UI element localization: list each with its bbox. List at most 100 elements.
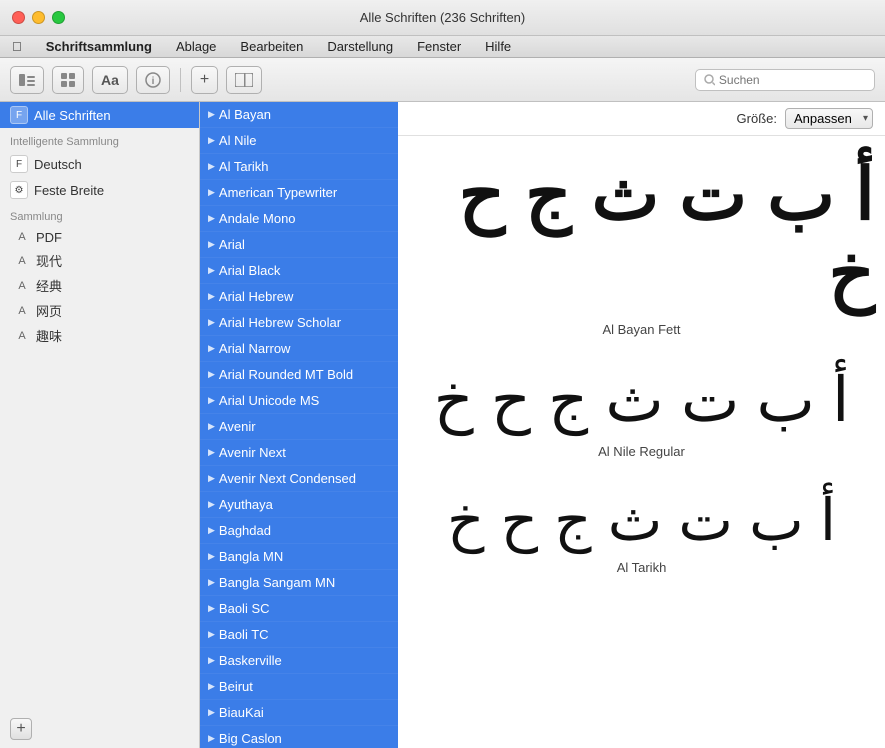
sidebar-item-fun[interactable]: A 趣味 (0, 323, 199, 348)
modern-label: 现代 (36, 251, 62, 270)
sidebar-item-web[interactable]: A 网页 (0, 298, 199, 323)
preview-block-al-nile-regular: أ ب ت ث ج ح خ Al Nile Regular (434, 367, 850, 458)
font-name-label: Bangla Sangam MN (219, 575, 335, 590)
font-list-item-bangla-sangam-mn[interactable]: ▶Bangla Sangam MN (200, 570, 398, 596)
font-list-item-al-bayan[interactable]: ▶Al Bayan (200, 102, 398, 128)
window-controls (12, 11, 65, 24)
font-list-item-baskerville[interactable]: ▶ Baskerville (200, 648, 398, 674)
font-list[interactable]: ▶Al Bayan ▶ Al Nile ▶Al Tarikh▶American Typ… (200, 102, 398, 748)
font-list-item-baoli-tc[interactable]: ▶Baoli TC (200, 622, 398, 648)
font-list-item-arial-unicode-ms[interactable]: ▶Arial Unicode MS (200, 388, 398, 414)
preview-toggle-button[interactable] (226, 66, 262, 94)
font-list-item-andale-mono[interactable]: ▶Andale Mono (200, 206, 398, 232)
sidebar-item-fixedwidth[interactable]: ⚙ Feste Breite (0, 177, 199, 203)
preview-arabic-text: أ ب ت ث ج ح خ (447, 489, 836, 553)
fenster-menu[interactable]: Fenster (413, 39, 465, 54)
expand-arrow: ▶ (208, 733, 215, 744)
deutsch-icon: F (10, 155, 28, 173)
sidebar-toggle-button[interactable] (10, 66, 44, 94)
sidebar-item-modern[interactable]: A 现代 (0, 248, 199, 273)
preview-block-al-bayan-fett: أ ب ت ث ج ح خ Al Bayan Fett (408, 156, 875, 337)
font-list-item-arial[interactable]: ▶Arial (200, 232, 398, 258)
preview-font-name: Al Bayan Fett (602, 322, 680, 337)
info-icon: i (145, 72, 161, 88)
font-list-item-avenir[interactable]: ▶Avenir (200, 414, 398, 440)
expand-arrow: ▶ (208, 655, 215, 666)
font-list-item-baoli-sc[interactable]: ▶Baoli SC (200, 596, 398, 622)
font-list-item-al-tarikh[interactable]: ▶Al Tarikh (200, 154, 398, 180)
expand-arrow: ▶ (208, 499, 215, 510)
font-name-label: Bangla MN (219, 549, 283, 564)
font-list-item-big-caslon[interactable]: ▶Big Caslon (200, 726, 398, 748)
font-size-button[interactable]: Aa (92, 66, 128, 94)
font-list-item-ayuthaya[interactable]: ▶Ayuthaya (200, 492, 398, 518)
close-button[interactable] (12, 11, 25, 24)
svg-text:i: i (152, 76, 155, 87)
size-select[interactable]: Anpassen (785, 108, 873, 129)
font-name-label: Avenir Next (219, 445, 286, 460)
expand-arrow: ▶ (208, 681, 215, 692)
font-name-label: Arial Rounded MT Bold (219, 367, 353, 382)
expand-arrow: ▶ (208, 525, 215, 536)
font-list-item-arial-rounded-mt-bold[interactable]: ▶Arial Rounded MT Bold (200, 362, 398, 388)
hilfe-menu[interactable]: Hilfe (481, 39, 515, 54)
search-input[interactable] (719, 73, 866, 87)
search-box[interactable] (695, 69, 875, 91)
preview-arabic-text: أ ب ت ث ج ح خ (408, 156, 875, 314)
titlebar: Alle Schriften (236 Schriften) (0, 0, 885, 36)
collection-label: Sammlung (0, 203, 199, 226)
sidebar: F Alle Schriften Intelligente Sammlung F… (0, 102, 200, 748)
add-font-button[interactable]: + (191, 66, 218, 94)
font-name-label: Al Nile (219, 133, 257, 148)
add-collection-button[interactable]: + (10, 718, 32, 740)
smart-collection-label: Intelligente Sammlung (0, 128, 199, 151)
grid-icon (61, 73, 75, 87)
font-list-item-baghdad[interactable]: ▶Baghdad (200, 518, 398, 544)
deutsch-label: Deutsch (34, 157, 82, 172)
sidebar-item-classic[interactable]: A 经典 (0, 273, 199, 298)
expand-arrow: ▶ (208, 707, 215, 718)
font-list-item-american-typewriter[interactable]: ▶American Typewriter (200, 180, 398, 206)
font-list-item-arial-hebrew[interactable]: ▶Arial Hebrew (200, 284, 398, 310)
classic-label: 经典 (36, 276, 62, 295)
sidebar-icon (19, 73, 35, 87)
expand-arrow: ▶ (208, 421, 215, 432)
font-list-item-beirut[interactable]: ▶Beirut (200, 674, 398, 700)
font-list-item-avenir-next[interactable]: ▶ Avenir Next (200, 440, 398, 466)
classic-icon: A (14, 278, 30, 294)
modern-icon: A (14, 253, 30, 269)
info-button[interactable]: i (136, 66, 170, 94)
expand-arrow: ▶ (208, 317, 215, 328)
preview-content: أ ب ت ث ج ح خ Al Bayan Fett أ ب ت ث ج ح … (398, 136, 885, 748)
web-icon: A (14, 303, 30, 319)
fixedwidth-label: Feste Breite (34, 183, 104, 198)
font-name-label: Baskerville (219, 653, 282, 668)
expand-arrow: ▶ (208, 187, 215, 198)
font-list-item-arial-hebrew-scholar[interactable]: ▶Arial Hebrew Scholar (200, 310, 398, 336)
darstellung-menu[interactable]: Darstellung (323, 39, 397, 54)
expand-arrow: ▶ (208, 135, 215, 146)
grid-view-button[interactable] (52, 66, 84, 94)
font-list-item-biaukai[interactable]: ▶BiauKai (200, 700, 398, 726)
maximize-button[interactable] (52, 11, 65, 24)
sidebar-item-all-fonts[interactable]: F Alle Schriften (0, 102, 199, 128)
toolbar: Aa i + (0, 58, 885, 102)
font-name-label: Avenir Next Condensed (219, 471, 356, 486)
font-list-item-arial-black[interactable]: ▶Arial Black (200, 258, 398, 284)
expand-arrow: ▶ (208, 213, 215, 224)
bearbeiten-menu[interactable]: Bearbeiten (236, 39, 307, 54)
font-list-item-avenir-next-condensed[interactable]: ▶Avenir Next Condensed (200, 466, 398, 492)
font-list-item-bangla-mn[interactable]: ▶Bangla MN (200, 544, 398, 570)
font-list-item-arial-narrow[interactable]: ▶Arial Narrow (200, 336, 398, 362)
size-select-wrap[interactable]: Anpassen (785, 108, 873, 129)
ablage-menu[interactable]: Ablage (172, 39, 220, 54)
sidebar-item-pdf[interactable]: A PDF (0, 226, 199, 248)
minimize-button[interactable] (32, 11, 45, 24)
app-menu[interactable]: Schriftsammlung (42, 39, 156, 54)
sidebar-item-deutsch[interactable]: F Deutsch (0, 151, 199, 177)
font-size-icon: Aa (101, 72, 119, 88)
expand-arrow: ▶ (208, 447, 215, 458)
font-list-item-al-nile[interactable]: ▶ Al Nile (200, 128, 398, 154)
apple-menu[interactable]:  (8, 39, 26, 54)
expand-arrow: ▶ (208, 291, 215, 302)
